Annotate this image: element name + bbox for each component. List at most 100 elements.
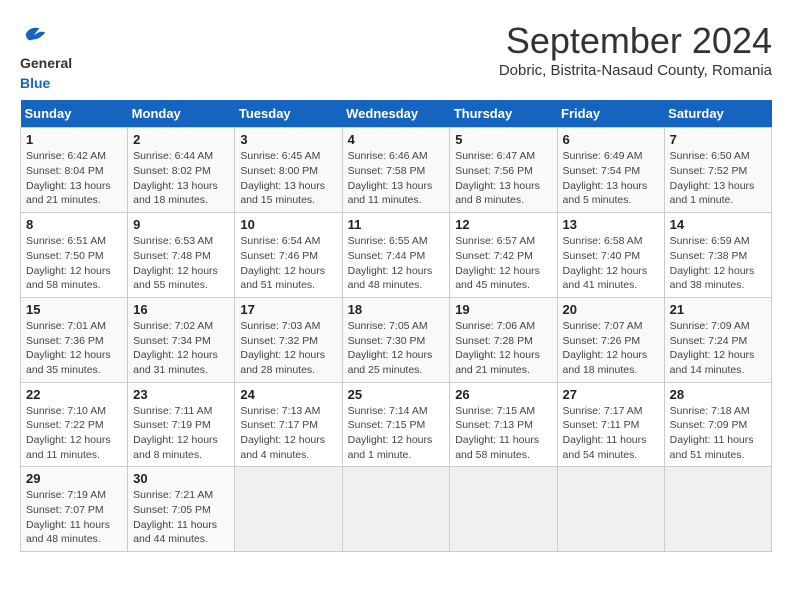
calendar-cell xyxy=(664,467,771,552)
header-monday: Monday xyxy=(128,100,235,128)
calendar-cell: 6 Sunrise: 6:49 AM Sunset: 7:54 PM Daylig… xyxy=(557,128,664,213)
day-number: 7 xyxy=(670,132,766,147)
day-number: 6 xyxy=(563,132,659,147)
calendar-cell: 19Sunrise: 7:06 AM Sunset: 7:28 PM Dayli… xyxy=(450,297,557,382)
day-info: Sunrise: 6:53 AM Sunset: 7:48 PM Dayligh… xyxy=(133,234,229,293)
calendar-cell xyxy=(557,467,664,552)
calendar-cell: 11 Sunrise: 6:55 AM Sunset: 7:44 PM Dayli… xyxy=(342,213,450,298)
calendar-week-row: 29 Sunrise: 7:19 AM Sunset: 7:07 PM Dayli… xyxy=(21,467,772,552)
logo: General Blue xyxy=(20,20,72,92)
calendar-cell: 10Sunrise: 6:54 AM Sunset: 7:46 PM Dayli… xyxy=(235,213,342,298)
calendar-cell: 24Sunrise: 7:13 AM Sunset: 7:17 PM Dayli… xyxy=(235,382,342,467)
day-info: Sunrise: 7:19 AM Sunset: 7:07 PM Dayligh… xyxy=(26,488,122,547)
day-number: 4 xyxy=(348,132,445,147)
calendar-cell: 17 Sunrise: 7:03 AM Sunset: 7:32 PM Dayli… xyxy=(235,297,342,382)
day-info: Sunrise: 7:15 AM Sunset: 7:13 PM Dayligh… xyxy=(455,404,551,463)
day-number: 23 xyxy=(133,387,229,402)
day-info: Sunrise: 7:17 AM Sunset: 7:11 PM Dayligh… xyxy=(563,404,659,463)
day-info: Sunrise: 6:59 AM Sunset: 7:38 PM Dayligh… xyxy=(670,234,766,293)
day-number: 21 xyxy=(670,302,766,317)
calendar-cell: 8 Sunrise: 6:51 AM Sunset: 7:50 PM Daylig… xyxy=(21,213,128,298)
header-thursday: Thursday xyxy=(450,100,557,128)
day-info: Sunrise: 7:13 AM Sunset: 7:17 PM Dayligh… xyxy=(240,404,336,463)
day-info: Sunrise: 7:18 AM Sunset: 7:09 PM Dayligh… xyxy=(670,404,766,463)
day-info: Sunrise: 6:45 AM Sunset: 8:00 PM Dayligh… xyxy=(240,149,336,208)
day-number: 13 xyxy=(563,217,659,232)
day-info: Sunrise: 7:14 AM Sunset: 7:15 PM Dayligh… xyxy=(348,404,445,463)
calendar-cell: 20 Sunrise: 7:07 AM Sunset: 7:26 PM Dayli… xyxy=(557,297,664,382)
day-info: Sunrise: 6:57 AM Sunset: 7:42 PM Dayligh… xyxy=(455,234,551,293)
logo-blue: Blue xyxy=(20,75,50,91)
header-saturday: Saturday xyxy=(664,100,771,128)
calendar-cell: 23 Sunrise: 7:11 AM Sunset: 7:19 PM Dayli… xyxy=(128,382,235,467)
day-number: 2 xyxy=(133,132,229,147)
calendar-cell: 26 Sunrise: 7:15 AM Sunset: 7:13 PM Dayli… xyxy=(450,382,557,467)
month-title: September 2024 xyxy=(499,20,772,62)
logo-bird-icon xyxy=(20,20,48,48)
calendar-cell: 13 Sunrise: 6:58 AM Sunset: 7:40 PM Dayli… xyxy=(557,213,664,298)
calendar-cell: 7 Sunrise: 6:50 AM Sunset: 7:52 PM Daylig… xyxy=(664,128,771,213)
calendar-week-row: 15Sunrise: 7:01 AM Sunset: 7:36 PM Dayli… xyxy=(21,297,772,382)
day-number: 8 xyxy=(26,217,122,232)
calendar-cell: 28 Sunrise: 7:18 AM Sunset: 7:09 PM Dayli… xyxy=(664,382,771,467)
calendar-cell: 18 Sunrise: 7:05 AM Sunset: 7:30 PM Dayli… xyxy=(342,297,450,382)
day-number: 9 xyxy=(133,217,229,232)
day-info: Sunrise: 7:05 AM Sunset: 7:30 PM Dayligh… xyxy=(348,319,445,378)
day-number: 28 xyxy=(670,387,766,402)
calendar-cell: 14 Sunrise: 6:59 AM Sunset: 7:38 PM Dayli… xyxy=(664,213,771,298)
day-info: Sunrise: 6:50 AM Sunset: 7:52 PM Dayligh… xyxy=(670,149,766,208)
calendar-cell xyxy=(235,467,342,552)
header-friday: Friday xyxy=(557,100,664,128)
header-tuesday: Tuesday xyxy=(235,100,342,128)
day-info: Sunrise: 7:01 AM Sunset: 7:36 PM Dayligh… xyxy=(26,319,122,378)
day-info: Sunrise: 7:11 AM Sunset: 7:19 PM Dayligh… xyxy=(133,404,229,463)
calendar-cell: 1 Sunrise: 6:42 AM Sunset: 8:04 PM Daylig… xyxy=(21,128,128,213)
day-info: Sunrise: 6:55 AM Sunset: 7:44 PM Dayligh… xyxy=(348,234,445,293)
day-info: Sunrise: 7:06 AM Sunset: 7:28 PM Dayligh… xyxy=(455,319,551,378)
day-number: 1 xyxy=(26,132,122,147)
calendar-cell: 29 Sunrise: 7:19 AM Sunset: 7:07 PM Dayli… xyxy=(21,467,128,552)
day-number: 14 xyxy=(670,217,766,232)
header-wednesday: Wednesday xyxy=(342,100,450,128)
day-info: Sunrise: 6:51 AM Sunset: 7:50 PM Dayligh… xyxy=(26,234,122,293)
calendar-week-row: 8 Sunrise: 6:51 AM Sunset: 7:50 PM Daylig… xyxy=(21,213,772,298)
day-info: Sunrise: 6:49 AM Sunset: 7:54 PM Dayligh… xyxy=(563,149,659,208)
calendar-cell: 9 Sunrise: 6:53 AM Sunset: 7:48 PM Daylig… xyxy=(128,213,235,298)
day-number: 12 xyxy=(455,217,551,232)
calendar-cell xyxy=(450,467,557,552)
day-number: 17 xyxy=(240,302,336,317)
day-info: Sunrise: 7:09 AM Sunset: 7:24 PM Dayligh… xyxy=(670,319,766,378)
day-info: Sunrise: 7:07 AM Sunset: 7:26 PM Dayligh… xyxy=(563,319,659,378)
day-info: Sunrise: 7:03 AM Sunset: 7:32 PM Dayligh… xyxy=(240,319,336,378)
day-number: 29 xyxy=(26,471,122,486)
page-header: General Blue September 2024 Dobric, Bist… xyxy=(20,20,772,92)
calendar-header: SundayMondayTuesdayWednesdayThursdayFrid… xyxy=(21,100,772,128)
day-info: Sunrise: 6:54 AM Sunset: 7:46 PM Dayligh… xyxy=(240,234,336,293)
day-info: Sunrise: 6:58 AM Sunset: 7:40 PM Dayligh… xyxy=(563,234,659,293)
day-info: Sunrise: 6:42 AM Sunset: 8:04 PM Dayligh… xyxy=(26,149,122,208)
day-number: 27 xyxy=(563,387,659,402)
calendar-cell: 15Sunrise: 7:01 AM Sunset: 7:36 PM Dayli… xyxy=(21,297,128,382)
calendar-week-row: 1 Sunrise: 6:42 AM Sunset: 8:04 PM Daylig… xyxy=(21,128,772,213)
day-number: 5 xyxy=(455,132,551,147)
logo-text: General Blue xyxy=(20,20,72,92)
day-number: 3 xyxy=(240,132,336,147)
day-number: 20 xyxy=(563,302,659,317)
day-number: 30 xyxy=(133,471,229,486)
day-number: 11 xyxy=(348,217,445,232)
calendar-cell: 2 Sunrise: 6:44 AM Sunset: 8:02 PM Daylig… xyxy=(128,128,235,213)
calendar-week-row: 22Sunrise: 7:10 AM Sunset: 7:22 PM Dayli… xyxy=(21,382,772,467)
calendar-cell: 4Sunrise: 6:46 AM Sunset: 7:58 PM Daylig… xyxy=(342,128,450,213)
day-info: Sunrise: 6:44 AM Sunset: 8:02 PM Dayligh… xyxy=(133,149,229,208)
day-number: 16 xyxy=(133,302,229,317)
calendar-cell: 30Sunrise: 7:21 AM Sunset: 7:05 PM Dayli… xyxy=(128,467,235,552)
calendar-cell: 12 Sunrise: 6:57 AM Sunset: 7:42 PM Dayli… xyxy=(450,213,557,298)
day-number: 22 xyxy=(26,387,122,402)
calendar-body: 1 Sunrise: 6:42 AM Sunset: 8:04 PM Daylig… xyxy=(21,128,772,552)
logo-general: General xyxy=(20,55,72,71)
day-number: 26 xyxy=(455,387,551,402)
day-number: 18 xyxy=(348,302,445,317)
title-section: September 2024 Dobric, Bistrita-Nasaud C… xyxy=(499,20,772,79)
day-number: 25 xyxy=(348,387,445,402)
calendar-cell: 5Sunrise: 6:47 AM Sunset: 7:56 PM Daylig… xyxy=(450,128,557,213)
